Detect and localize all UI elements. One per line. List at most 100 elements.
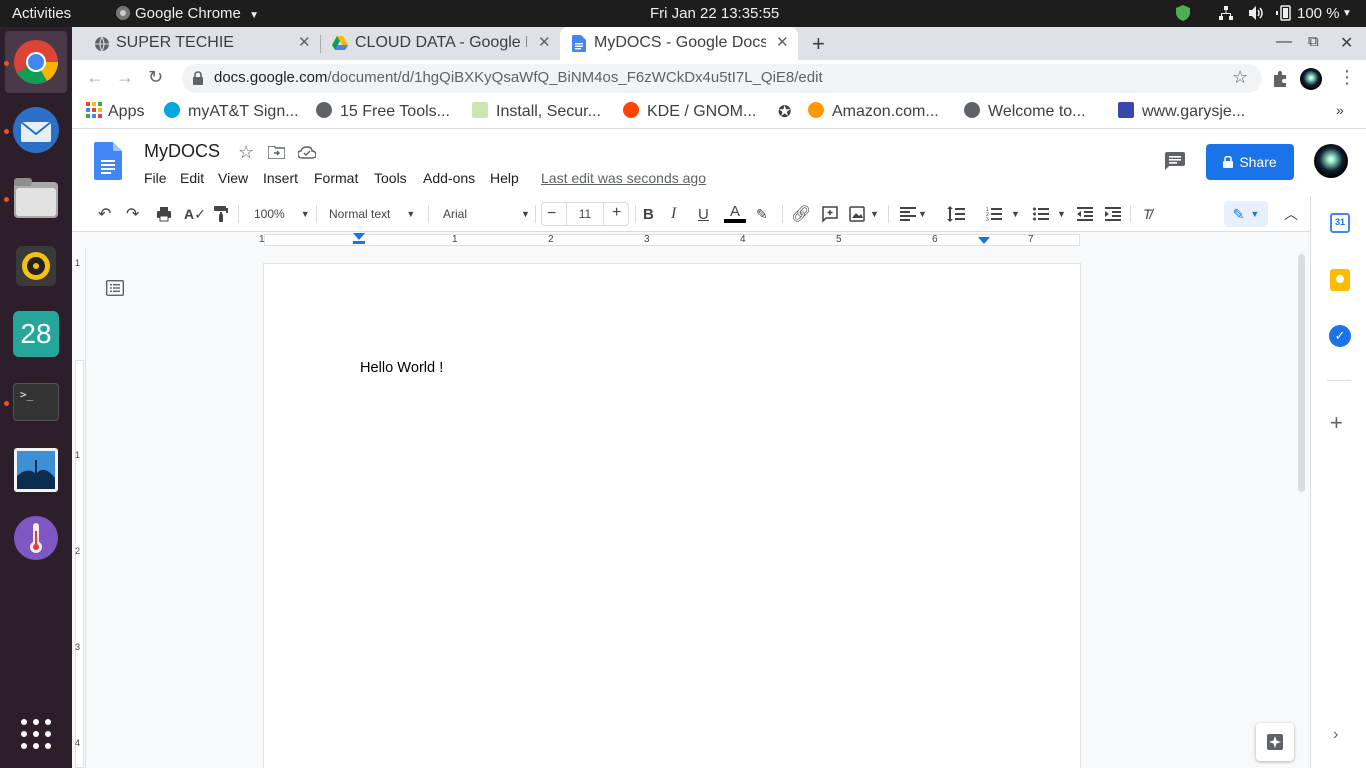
close-icon[interactable]: ✕ <box>776 33 789 51</box>
right-indent-marker[interactable] <box>978 237 990 245</box>
explore-button[interactable] <box>1256 723 1294 761</box>
dock-app-grid[interactable] <box>11 709 61 759</box>
clear-formatting-icon[interactable]: T̸ <box>1143 204 1152 224</box>
bookmark-amazon[interactable]: Amazon.com... <box>808 102 939 121</box>
menu-insert[interactable]: Insert <box>263 170 298 186</box>
increase-indent-icon[interactable] <box>1105 204 1121 224</box>
document-body-text[interactable]: Hello World ! <box>360 360 443 376</box>
back-button[interactable]: ← <box>86 67 104 88</box>
activities-button[interactable]: Activities <box>12 5 71 22</box>
clock[interactable]: Fri Jan 22 13:35:55 <box>650 5 779 22</box>
bookmark-apps[interactable]: Apps <box>86 102 144 121</box>
star-icon[interactable]: ☆ <box>238 142 254 163</box>
reload-button[interactable]: ↻ <box>148 67 163 88</box>
caret-down-icon[interactable]: ▼ <box>870 204 879 224</box>
add-comment-icon[interactable] <box>822 204 838 224</box>
caret-down-icon[interactable]: ▼ <box>1011 204 1020 224</box>
network-icon[interactable] <box>1218 5 1234 25</box>
bookmarks-overflow-button[interactable]: » <box>1336 102 1344 118</box>
left-indent-marker[interactable] <box>353 233 365 245</box>
undo-icon[interactable]: ↶ <box>98 204 111 224</box>
spellcheck-icon[interactable]: A✓ <box>184 204 206 224</box>
caret-down-icon[interactable]: ▼ <box>918 204 927 224</box>
tab-cloud-data[interactable]: CLOUD DATA - Google D ✕ <box>322 27 558 60</box>
dock-terminal[interactable]: >_ <box>11 377 61 427</box>
tasks-addon-icon[interactable]: ✓ <box>1329 325 1351 347</box>
dock-thermometer[interactable] <box>11 513 61 563</box>
tab-super-techie[interactable]: SUPER TECHIE ✕ <box>82 27 320 60</box>
address-bar[interactable]: docs.google.com/document/d/1hgQiBXKyQsaW… <box>182 64 1262 93</box>
highlight-color-icon[interactable]: ✎ <box>756 204 768 224</box>
battery-icon[interactable] <box>1276 5 1294 25</box>
zoom-select[interactable]: 100% ▼ <box>254 204 310 224</box>
caret-down-icon[interactable]: ▼ <box>1057 204 1066 224</box>
document-page[interactable]: Hello World ! <box>264 264 1080 768</box>
dock-chrome[interactable] <box>5 31 67 93</box>
italic-button[interactable]: I <box>671 204 676 224</box>
profile-avatar[interactable] <box>1300 68 1322 90</box>
minimize-button[interactable]: — <box>1276 33 1292 51</box>
tab-mydocs[interactable]: MyDOCS - Google Docs ✕ <box>560 27 798 60</box>
bookmark-free-tools[interactable]: 15 Free Tools... <box>316 102 450 121</box>
menu-addons[interactable]: Add-ons <box>423 170 475 186</box>
editing-mode-button[interactable]: ✎ ▼ <box>1224 201 1268 227</box>
bookmark-welcome[interactable]: Welcome to... <box>964 102 1086 121</box>
menu-file[interactable]: File <box>144 170 167 186</box>
calendar-addon-icon[interactable]: 31 <box>1330 213 1350 233</box>
vertical-ruler[interactable]: 1 1 2 3 4 <box>72 248 86 768</box>
get-addons-plus-icon[interactable]: + <box>1330 410 1343 436</box>
menu-format[interactable]: Format <box>314 170 358 186</box>
dock-rhythmbox[interactable] <box>11 241 61 291</box>
close-icon[interactable]: ✕ <box>298 33 311 51</box>
underline-button[interactable]: U <box>698 204 709 224</box>
menu-tools[interactable]: Tools <box>374 170 407 186</box>
comments-icon[interactable] <box>1165 152 1185 170</box>
align-left-icon[interactable] <box>900 204 916 224</box>
paint-format-icon[interactable] <box>214 204 228 224</box>
increase-font-size-button[interactable]: + <box>612 204 621 222</box>
dock-files[interactable] <box>11 173 61 223</box>
dock-thunderbird[interactable] <box>11 105 61 155</box>
bookmark-star-icon[interactable]: ☆ <box>1232 67 1248 88</box>
share-button[interactable]: Share <box>1206 144 1294 180</box>
move-folder-icon[interactable] <box>268 146 285 159</box>
app-menu[interactable]: Google Chrome ▼ <box>115 5 259 22</box>
style-select[interactable]: Normal text ▼ <box>329 204 415 224</box>
chrome-menu-icon[interactable]: ⋮ <box>1338 67 1356 88</box>
line-spacing-icon[interactable] <box>947 204 965 224</box>
keep-addon-icon[interactable] <box>1330 269 1350 291</box>
extensions-icon[interactable] <box>1272 71 1288 87</box>
system-menu-chevron-icon[interactable]: ▼ <box>1342 8 1352 19</box>
expand-panel-chevron-icon[interactable]: › <box>1333 726 1338 744</box>
forward-button[interactable]: → <box>116 67 134 88</box>
menu-view[interactable]: View <box>218 170 248 186</box>
print-icon[interactable] <box>156 204 172 224</box>
shield-icon[interactable] <box>1176 5 1190 25</box>
menu-help[interactable]: Help <box>490 170 519 186</box>
numbered-list-icon[interactable]: 123 <box>986 204 1002 224</box>
font-size-input[interactable]: 11 <box>566 203 604 225</box>
bookmark-kde-gnome[interactable]: KDE / GNOM... <box>623 102 756 121</box>
document-outline-icon[interactable] <box>106 280 124 296</box>
bookmark-att[interactable]: myAT&T Sign... <box>164 102 299 121</box>
redo-icon[interactable]: ↷ <box>126 204 139 224</box>
horizontal-ruler[interactable]: 1 1 2 3 4 5 6 7 <box>72 232 1310 248</box>
cloud-saved-icon[interactable] <box>298 146 316 159</box>
font-select[interactable]: Arial ▼ <box>443 204 530 224</box>
docs-logo-icon[interactable] <box>94 142 122 180</box>
volume-icon[interactable] <box>1248 5 1264 25</box>
insert-image-icon[interactable] <box>849 204 865 224</box>
restore-button[interactable]: ⧉ <box>1308 33 1319 50</box>
menu-edit[interactable]: Edit <box>180 170 204 186</box>
text-color-button[interactable]: A <box>724 204 746 224</box>
bookmark-star[interactable]: ✪ <box>778 102 791 122</box>
last-edit-link[interactable]: Last edit was seconds ago <box>541 170 706 186</box>
dock-image-viewer[interactable] <box>11 445 61 495</box>
bookmark-install[interactable]: Install, Secur... <box>472 102 601 121</box>
window-close-button[interactable]: ✕ <box>1340 33 1353 53</box>
bold-button[interactable]: B <box>643 204 654 224</box>
decrease-font-size-button[interactable]: − <box>547 205 556 223</box>
account-avatar[interactable] <box>1314 144 1348 178</box>
doc-title[interactable]: MyDOCS <box>144 141 220 162</box>
bookmark-garysje[interactable]: www.garysje... <box>1118 102 1245 121</box>
